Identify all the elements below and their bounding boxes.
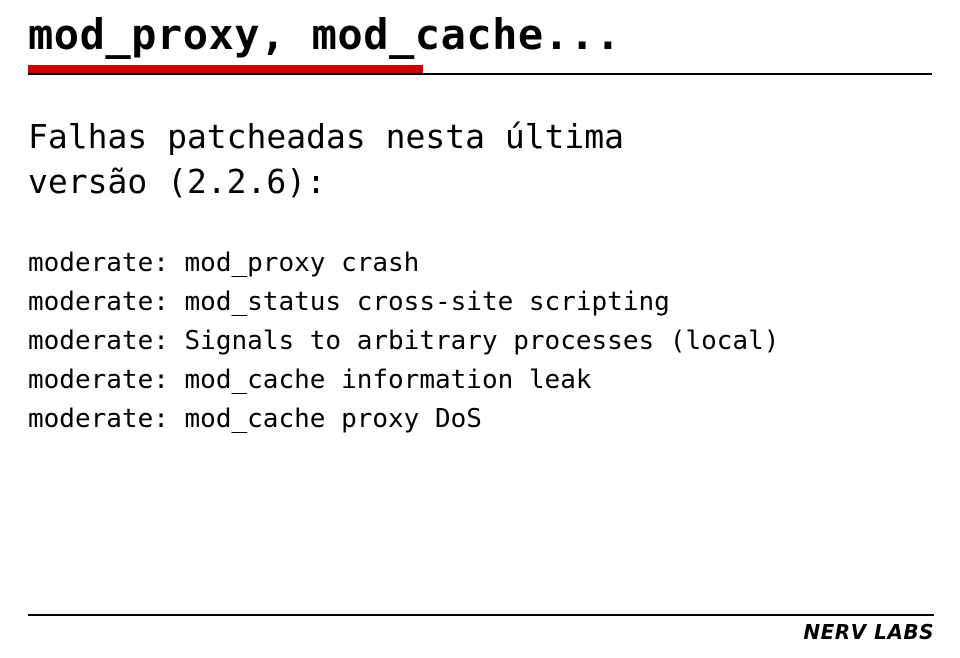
slide: mod_proxy, mod_cache... Falhas patcheada… <box>0 0 960 658</box>
list-item: moderate: mod_status cross-site scriptin… <box>28 283 932 322</box>
item-list: moderate: mod_proxy crash moderate: mod_… <box>28 244 932 439</box>
title-underline <box>28 73 932 75</box>
list-item: moderate: mod_cache proxy DoS <box>28 400 932 439</box>
list-item: moderate: mod_proxy crash <box>28 244 932 283</box>
title-rule <box>28 65 932 77</box>
intro-line-2: versão (2.2.6): <box>28 162 326 201</box>
footer-rule <box>28 614 934 616</box>
intro-line-1: Falhas patcheadas nesta última <box>28 117 624 156</box>
footer-brand: NERV LABS <box>803 620 934 644</box>
intro-text: Falhas patcheadas nesta última versão (2… <box>28 115 932 204</box>
slide-title: mod_proxy, mod_cache... <box>28 10 932 59</box>
list-item: moderate: Signals to arbitrary processes… <box>28 322 932 361</box>
list-item: moderate: mod_cache information leak <box>28 361 932 400</box>
